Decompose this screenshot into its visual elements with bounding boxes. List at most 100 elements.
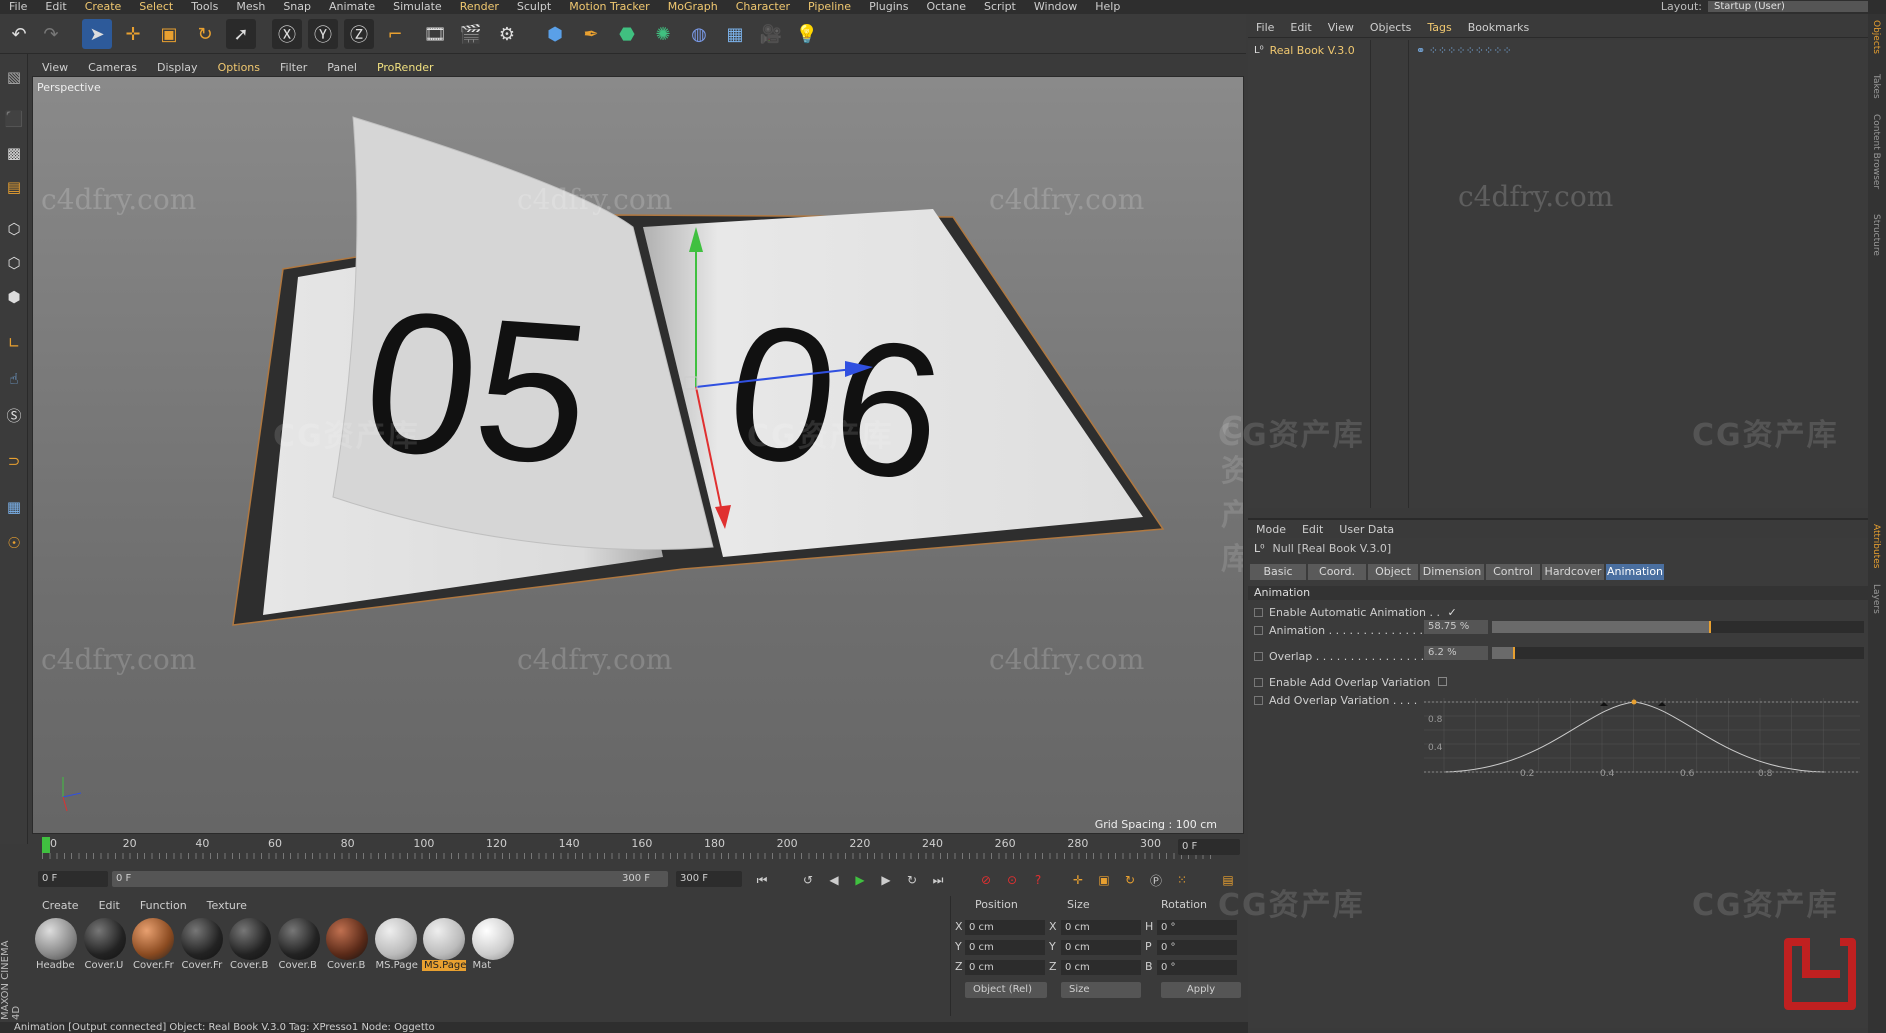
cloner-icon[interactable]: ✺ (648, 19, 678, 49)
end-frame-field[interactable]: 300 F (676, 871, 742, 887)
tab-coord[interactable]: Coord. (1308, 564, 1366, 580)
enable-auto-animation-checkbox[interactable]: ✓ (1447, 606, 1456, 619)
x-axis-icon[interactable]: Ⓧ (272, 19, 302, 49)
dock-tab-structure[interactable]: Structure (1871, 214, 1881, 256)
size-field[interactable]: 0 cm (1061, 940, 1141, 955)
cube-icon[interactable]: ⬢ (540, 19, 570, 49)
model-mode-icon[interactable]: ⬛ (2, 106, 26, 132)
material-swatch[interactable]: Cover.U (83, 918, 127, 980)
autokey-icon[interactable]: ⊙ (1002, 870, 1022, 890)
tab-basic[interactable]: Basic (1250, 564, 1306, 580)
dock-tab-takes[interactable]: Takes (1871, 74, 1881, 99)
floor-icon[interactable]: ▦ (720, 19, 750, 49)
snapping-icon[interactable]: Ⓢ (2, 402, 26, 428)
workplane-lock-icon[interactable]: ▦ (2, 494, 26, 520)
material-swatch[interactable]: Cover.B (325, 918, 369, 980)
pen-spline-icon[interactable]: ✒ (576, 19, 606, 49)
goto-end-icon[interactable]: ⏭ (928, 870, 948, 890)
menu-plugins[interactable]: Plugins (860, 1, 917, 12)
play-icon[interactable]: ▶ (850, 870, 870, 890)
key-rotation-icon[interactable]: ↻ (1120, 870, 1140, 890)
menu-animate[interactable]: Animate (320, 1, 384, 12)
menu-pipeline[interactable]: Pipeline (799, 1, 860, 12)
viewport[interactable]: Perspective 05 06 c4dfry.com c4dfry.com … (32, 76, 1244, 834)
preview-range-slider[interactable]: 0 F 300 F (112, 871, 668, 887)
dock-tab-layers[interactable]: Layers (1871, 584, 1881, 614)
select-tool-icon[interactable]: ➤ (82, 19, 112, 49)
material-swatch[interactable]: Mat (471, 918, 515, 980)
material-menu-texture[interactable]: Texture (197, 899, 257, 912)
viewport-menu-options[interactable]: Options (208, 61, 270, 74)
dock-tab-attributes[interactable]: Attributes (1871, 524, 1881, 568)
axis-mode-icon[interactable]: ∟ (2, 330, 26, 356)
tweak-mode-icon[interactable]: ☝ (2, 366, 26, 392)
deformer-icon[interactable]: ◍ (684, 19, 714, 49)
object-menu-bookmarks[interactable]: Bookmarks (1460, 21, 1537, 34)
prev-frame-icon[interactable]: ◀ (824, 870, 844, 890)
menu-octane[interactable]: Octane (917, 1, 975, 12)
key-scale-icon[interactable]: ▣ (1094, 870, 1114, 890)
live-selection-icon[interactable]: ➚ (226, 19, 256, 49)
redo-icon[interactable]: ↷ (36, 19, 66, 49)
attribute-menu-edit[interactable]: Edit (1294, 523, 1331, 536)
viewport-menu-display[interactable]: Display (147, 61, 208, 74)
size-field[interactable]: 0 cm (1061, 920, 1141, 935)
tab-dimension[interactable]: Dimension (1420, 564, 1484, 580)
points-mode-icon[interactable]: ⬡ (2, 216, 26, 242)
enable-overlap-variation-checkbox[interactable] (1437, 677, 1447, 686)
frame-field-right[interactable]: 0 F (1178, 839, 1240, 855)
prev-key-icon[interactable]: ↺ (798, 870, 818, 890)
viewport-menu-panel[interactable]: Panel (317, 61, 367, 74)
menu-snap[interactable]: Snap (274, 1, 320, 12)
object-manager[interactable]: L⁰ Real Book V.3.0 ⚭ ⁘⁘⁘⁘⁘⁘⁘⁘⁘ c4dfry.co… (1218, 40, 1868, 508)
overlap-variation-curve[interactable]: 0.8 0.4 0.2 0.4 0.6 0.8 (1424, 698, 1860, 778)
animation-value-field[interactable]: 58.75 % (1424, 620, 1488, 634)
keyframe-selection-icon[interactable]: ? (1028, 870, 1048, 890)
light-icon[interactable]: 💡 (792, 19, 822, 49)
menu-character[interactable]: Character (727, 1, 799, 12)
menu-motion-tracker[interactable]: Motion Tracker (560, 1, 658, 12)
scale-tool-icon[interactable]: ▣ (154, 19, 184, 49)
position-field[interactable]: 0 cm (965, 920, 1045, 935)
menu-window[interactable]: Window (1025, 1, 1086, 12)
dock-tab-content-browser[interactable]: Content Browser (1871, 114, 1881, 189)
render-settings-icon[interactable]: ⚙ (492, 19, 522, 49)
material-swatch[interactable]: Cover.Fr (180, 918, 224, 980)
material-swatch[interactable]: MS.Page (422, 918, 466, 980)
material-menu-create[interactable]: Create (32, 899, 89, 912)
tab-object[interactable]: Object (1368, 564, 1418, 580)
size-mode-dropdown[interactable]: Size (1061, 982, 1141, 998)
polygons-mode-icon[interactable]: ⬢ (2, 284, 26, 310)
y-axis-icon[interactable]: Ⓨ (308, 19, 338, 49)
animation-slider[interactable] (1492, 621, 1864, 633)
object-menu-tags[interactable]: Tags (1419, 21, 1459, 34)
next-key-icon[interactable]: ↻ (902, 870, 922, 890)
menu-mograph[interactable]: MoGraph (659, 1, 727, 12)
material-menu-function[interactable]: Function (130, 899, 197, 912)
menu-mesh[interactable]: Mesh (227, 1, 274, 12)
overlap-slider[interactable] (1492, 647, 1864, 659)
menu-sculpt[interactable]: Sculpt (508, 1, 560, 12)
coordinate-mode-dropdown[interactable]: Object (Rel) (965, 982, 1047, 998)
attribute-menu-mode[interactable]: Mode (1248, 523, 1294, 536)
viewport-menu-prorender[interactable]: ProRender (367, 61, 444, 74)
next-frame-icon[interactable]: ▶ (876, 870, 896, 890)
subdivision-icon[interactable]: ⬣ (612, 19, 642, 49)
material-swatch[interactable]: Cover.B (277, 918, 321, 980)
overlap-value-field[interactable]: 6.2 % (1424, 646, 1488, 660)
key-parameter-icon[interactable]: Ⓟ (1146, 870, 1166, 890)
current-frame-field[interactable]: 0 F (38, 871, 108, 887)
viewport-menu-view[interactable]: View (32, 61, 78, 74)
menu-create[interactable]: Create (76, 1, 131, 12)
object-row[interactable]: L⁰ Real Book V.3.0 (1254, 44, 1355, 57)
menu-render[interactable]: Render (451, 1, 508, 12)
workplane-icon[interactable]: ▤ (2, 174, 26, 200)
dock-tab-objects[interactable]: Objects (1871, 20, 1881, 54)
position-field[interactable]: 0 cm (965, 940, 1045, 955)
tab-control[interactable]: Control (1486, 564, 1540, 580)
z-axis-icon[interactable]: Ⓩ (344, 19, 374, 49)
timeline-playhead[interactable] (42, 837, 50, 853)
xpresso-tag-icon[interactable]: ⚭ ⁘⁘⁘⁘⁘⁘⁘⁘⁘ (1416, 44, 1512, 57)
material-swatch[interactable]: Headbe (34, 918, 78, 980)
object-menu-view[interactable]: View (1320, 21, 1362, 34)
